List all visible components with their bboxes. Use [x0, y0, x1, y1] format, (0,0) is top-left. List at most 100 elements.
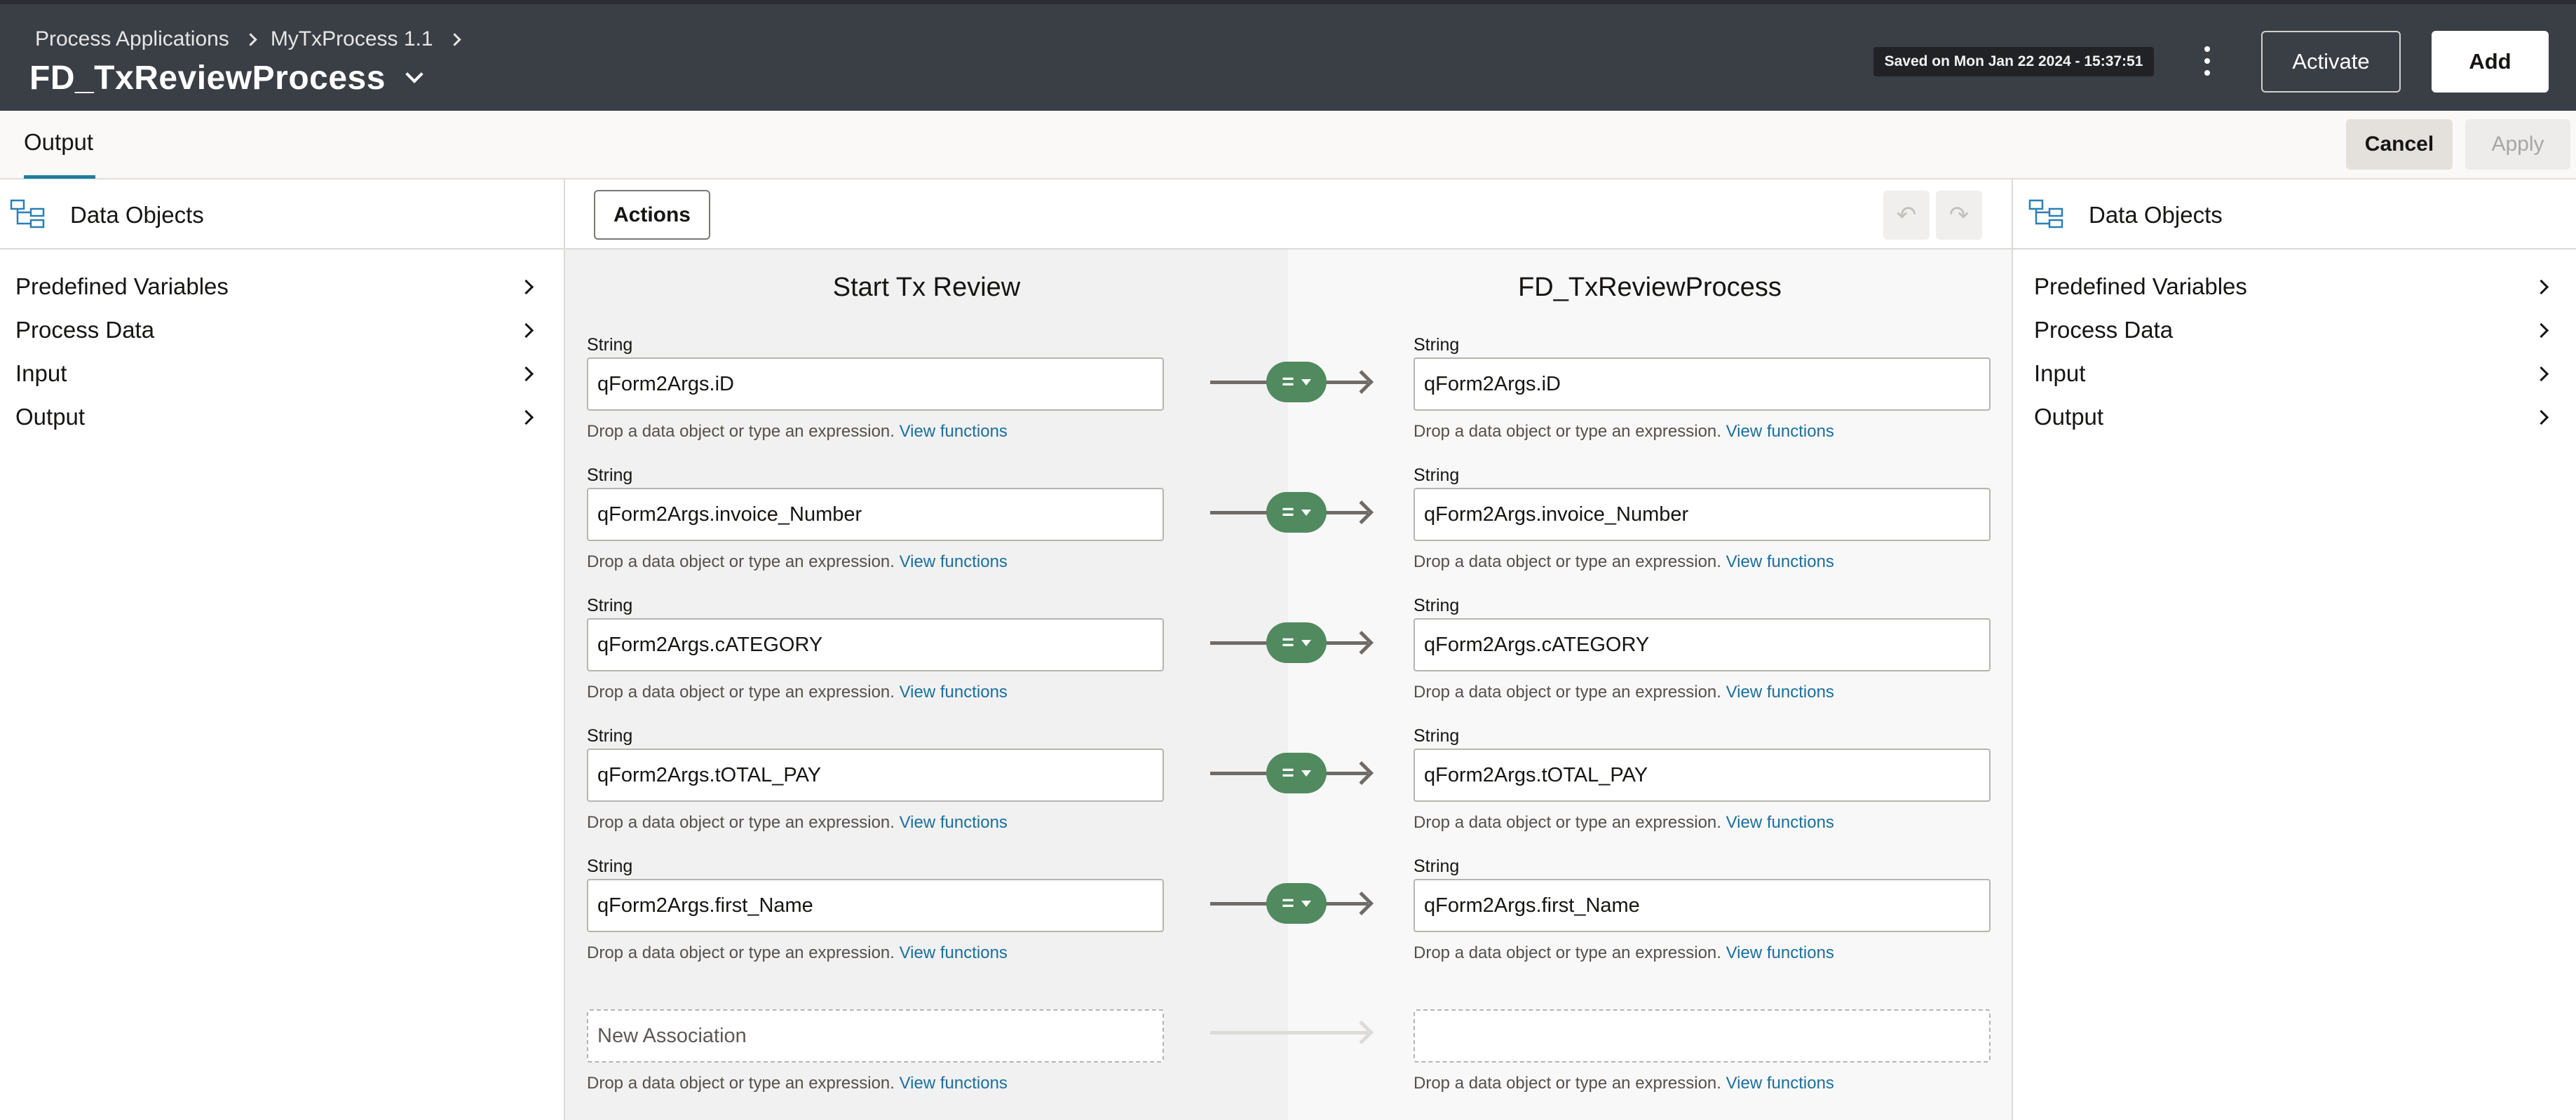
more-options-icon[interactable] — [2199, 43, 2216, 78]
tab-active-indicator — [24, 175, 95, 179]
actions-button[interactable]: Actions — [594, 190, 710, 240]
tab-output[interactable]: Output — [24, 129, 93, 156]
right-data-objects-panel: Data Objects Predefined Variables Proces… — [2012, 179, 2576, 1120]
arrow-right-icon — [1350, 1020, 1374, 1044]
view-functions-link[interactable]: View functions — [900, 1074, 1008, 1093]
view-functions-link[interactable]: View functions — [900, 683, 1008, 702]
source-expression-input[interactable]: qForm2Args.first_Name — [587, 879, 1164, 932]
panel-title: Data Objects — [70, 202, 204, 228]
new-association-target-input[interactable] — [1414, 1009, 1991, 1063]
tree-item-label: Input — [2034, 360, 2086, 386]
source-field: String qForm2Args.first_Name Drop a data… — [587, 856, 1164, 964]
caret-down-icon — [1301, 509, 1311, 516]
field-hint: Drop a data object or type an expression… — [1414, 1074, 1991, 1095]
chevron-down-icon[interactable] — [405, 64, 423, 83]
caret-down-icon — [1301, 378, 1311, 385]
new-association-input[interactable]: New Association — [587, 1009, 1164, 1063]
chevron-right-icon — [244, 32, 257, 46]
hint-text: Drop a data object or type an expression… — [1414, 552, 1721, 571]
view-functions-link[interactable]: View functions — [1726, 422, 1834, 441]
target-field: String qForm2Args.cATEGORY Drop a data o… — [1414, 596, 1991, 704]
tree-item-input[interactable]: Input — [2013, 352, 2576, 395]
chevron-right-icon — [2533, 279, 2549, 295]
source-expression-input[interactable]: qForm2Args.tOTAL_PAY — [587, 749, 1164, 802]
view-functions-link[interactable]: View functions — [1726, 813, 1834, 832]
cancel-button[interactable]: Cancel — [2346, 119, 2453, 170]
tree-item-process-data[interactable]: Process Data — [2013, 308, 2576, 352]
tree-item-predefined-variables[interactable]: Predefined Variables — [0, 265, 564, 308]
operator-dropdown[interactable]: = — [1266, 753, 1327, 793]
breadcrumb-mytxprocess[interactable]: MyTxProcess 1.1 — [271, 27, 433, 51]
chevron-right-icon — [518, 366, 534, 382]
hint-text: Drop a data object or type an expression… — [1414, 422, 1721, 441]
data-objects-icon — [10, 199, 45, 228]
panel-header: Data Objects — [2013, 179, 2576, 250]
process-title-selector[interactable]: FD_TxReviewProcess — [29, 59, 423, 97]
chevron-right-icon — [518, 409, 534, 425]
view-functions-link[interactable]: View functions — [1726, 1074, 1834, 1093]
operator-label: = — [1282, 370, 1294, 393]
target-expression-input[interactable]: qForm2Args.cATEGORY — [1414, 618, 1991, 671]
association-connector: = — [1205, 750, 1377, 795]
undo-icon[interactable]: ↶ — [1883, 191, 1930, 240]
field-hint: Drop a data object or type an expression… — [587, 1074, 1164, 1095]
view-functions-link[interactable]: View functions — [900, 422, 1008, 441]
association-connector: = — [1205, 489, 1377, 534]
tree-item-label: Predefined Variables — [2034, 273, 2247, 299]
field-type-label: String — [587, 726, 633, 746]
chevron-right-icon — [2533, 322, 2549, 339]
tree-item-process-data[interactable]: Process Data — [0, 308, 564, 352]
target-expression-input[interactable]: qForm2Args.tOTAL_PAY — [1414, 749, 1991, 802]
hint-text: Drop a data object or type an expression… — [587, 683, 895, 702]
tree-item-label: Output — [2034, 404, 2104, 430]
target-column-title: FD_TxReviewProcess — [1518, 273, 1782, 302]
saved-status-badge: Saved on Mon Jan 22 2024 - 15:37:51 — [1873, 47, 2154, 76]
target-field: String qForm2Args.tOTAL_PAY Drop a data … — [1414, 726, 1991, 834]
field-hint: Drop a data object or type an expression… — [587, 422, 1164, 443]
hint-text: Drop a data object or type an expression… — [1414, 813, 1721, 832]
field-hint: Drop a data object or type an expression… — [1414, 552, 1991, 573]
operator-dropdown[interactable]: = — [1266, 622, 1327, 663]
view-functions-link[interactable]: View functions — [1726, 943, 1834, 962]
view-functions-link[interactable]: View functions — [900, 552, 1008, 571]
tree-item-output[interactable]: Output — [0, 395, 564, 439]
view-functions-link[interactable]: View functions — [900, 943, 1008, 962]
tab-bar: Output Cancel Apply — [0, 111, 2576, 179]
field-type-label: String — [1414, 335, 1460, 355]
page-title: FD_TxReviewProcess — [29, 60, 386, 97]
add-button[interactable]: Add — [2432, 31, 2549, 93]
target-expression-input[interactable]: qForm2Args.first_Name — [1414, 879, 1991, 932]
data-association-mapper: Actions ↶ ↷ Start Tx Review FD_TxReviewP… — [565, 179, 2012, 1120]
source-expression-input[interactable]: qForm2Args.invoice_Number — [587, 488, 1164, 541]
target-field: String qForm2Args.first_Name Drop a data… — [1414, 856, 1991, 964]
operator-label: = — [1282, 892, 1294, 915]
operator-label: = — [1282, 761, 1294, 784]
operator-dropdown[interactable]: = — [1266, 362, 1327, 402]
target-expression-input[interactable]: qForm2Args.invoice_Number — [1414, 488, 1991, 541]
breadcrumb: Process Applications MyTxProcess 1.1 — [35, 27, 475, 52]
arrow-right-icon — [1350, 761, 1374, 785]
tree-item-label: Predefined Variables — [15, 273, 229, 299]
view-functions-link[interactable]: View functions — [1726, 552, 1834, 571]
operator-dropdown[interactable]: = — [1266, 883, 1327, 924]
source-field: String qForm2Args.iD Drop a data object … — [587, 335, 1164, 443]
apply-button[interactable]: Apply — [2465, 119, 2570, 170]
source-expression-input[interactable]: qForm2Args.cATEGORY — [587, 618, 1164, 671]
target-expression-input[interactable]: qForm2Args.iD — [1414, 357, 1991, 411]
tree-item-predefined-variables[interactable]: Predefined Variables — [2013, 265, 2576, 308]
view-functions-link[interactable]: View functions — [1726, 683, 1834, 702]
new-association-connector — [1205, 1009, 1377, 1054]
left-data-objects-panel: Data Objects Predefined Variables Proces… — [0, 179, 565, 1120]
source-expression-input[interactable]: qForm2Args.iD — [587, 357, 1164, 411]
redo-icon[interactable]: ↷ — [1936, 191, 1982, 240]
target-field: String qForm2Args.invoice_Number Drop a … — [1414, 465, 1991, 573]
tree-item-input[interactable]: Input — [0, 352, 564, 395]
connector-line — [1210, 1031, 1368, 1034]
activate-button[interactable]: Activate — [2261, 31, 2401, 93]
association-connector: = — [1205, 359, 1377, 404]
operator-dropdown[interactable]: = — [1266, 492, 1327, 533]
tree-item-output[interactable]: Output — [2013, 395, 2576, 439]
field-type-label: String — [1414, 726, 1460, 746]
view-functions-link[interactable]: View functions — [900, 813, 1008, 832]
breadcrumb-process-applications[interactable]: Process Applications — [35, 27, 229, 51]
